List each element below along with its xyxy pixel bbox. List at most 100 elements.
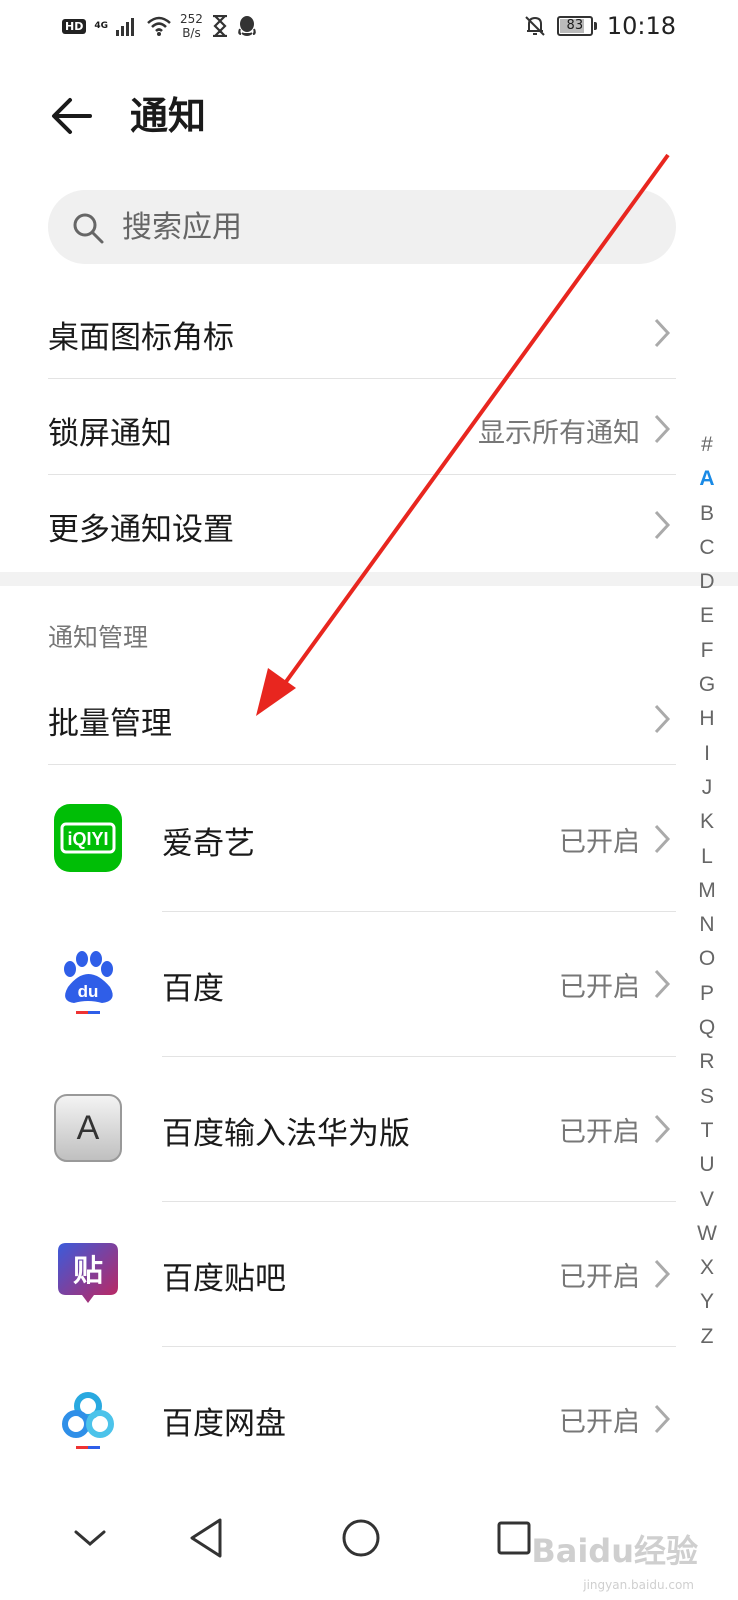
alphabet-letter[interactable]: V	[700, 1183, 714, 1217]
circle-home-icon	[342, 1519, 380, 1557]
iqiyi-app-icon: iQIYI	[54, 804, 122, 872]
divider	[48, 474, 676, 475]
section-title: 通知管理	[48, 623, 149, 652]
nav-back-button[interactable]	[176, 1508, 236, 1568]
app-status: 已开启	[559, 1117, 640, 1148]
alphabet-letter[interactable]: S	[700, 1080, 714, 1114]
alphabet-letter[interactable]: H	[699, 702, 714, 736]
alphabet-letter[interactable]: Q	[699, 1011, 715, 1045]
search-bar[interactable]	[48, 190, 676, 264]
batch-manage-label: 批量管理	[48, 706, 172, 742]
hd-badge: HD	[62, 18, 87, 34]
status-right: 83 10:18	[523, 12, 676, 40]
alphabet-letter[interactable]: X	[700, 1251, 714, 1285]
app-status: 已开启	[559, 972, 640, 1003]
more-setting-label: 更多通知设置	[48, 512, 234, 548]
search-icon	[73, 213, 104, 244]
battery-level: 83	[566, 18, 584, 33]
speed-unit: B/s	[182, 26, 201, 40]
app-row-baidu[interactable]: du 百度 已开启	[48, 911, 676, 1057]
lockscreen-setting-label: 锁屏通知	[48, 416, 172, 452]
app-row-baidu-input[interactable]: A 百度输入法华为版 已开启	[48, 1056, 676, 1202]
signal-icon	[116, 18, 134, 36]
app-row-iqiyi[interactable]: iQIYI 爱奇艺 已开启	[48, 766, 676, 912]
chevron-right-icon	[654, 824, 671, 854]
alphabet-letter[interactable]: K	[700, 805, 714, 839]
chevron-down-icon	[74, 1530, 106, 1546]
alphabet-letter[interactable]: P	[700, 977, 714, 1011]
app-status: 已开启	[559, 827, 640, 858]
status-bar: HD 4G 252 B/s 83 10:18	[0, 0, 738, 58]
alphabet-letter[interactable]: N	[699, 908, 714, 942]
alphabet-letter[interactable]: G	[699, 668, 715, 702]
input-icon-text: A	[77, 1109, 100, 1147]
back-button[interactable]	[48, 90, 100, 142]
app-status: 已开启	[559, 1262, 640, 1293]
nav-collapse-button[interactable]	[60, 1508, 120, 1568]
lockscreen-setting-row[interactable]: 锁屏通知 显示所有通知	[48, 396, 676, 474]
battery-tip	[593, 22, 597, 30]
chevron-right-icon	[654, 414, 671, 444]
alphabet-letter[interactable]: M	[698, 874, 716, 908]
alphabet-letter[interactable]: B	[700, 497, 714, 531]
network-speed: 252 B/s	[180, 12, 203, 40]
baidu-app-icon: du	[64, 951, 113, 1014]
chevron-right-icon	[654, 1259, 671, 1289]
alphabet-letter[interactable]: T	[701, 1114, 714, 1148]
alphabet-letter[interactable]: O	[699, 942, 715, 976]
alphabet-letter[interactable]: U	[699, 1148, 714, 1182]
hourglass-icon	[212, 15, 227, 37]
nav-home-button[interactable]	[331, 1508, 391, 1568]
triangle-back-icon	[190, 1518, 222, 1558]
status-left: HD 4G 252 B/s	[62, 12, 257, 40]
app-row-tieba[interactable]: 贴 百度贴吧 已开启	[48, 1201, 676, 1347]
chevron-right-icon	[654, 510, 671, 540]
app-name: 百度网盘	[162, 1406, 286, 1442]
app-name: 爱奇艺	[162, 826, 255, 862]
badge-setting-row[interactable]: 桌面图标角标	[48, 300, 676, 378]
battery-indicator: 83	[556, 16, 597, 36]
chevron-right-icon	[654, 969, 671, 999]
alphabet-letter[interactable]: Y	[700, 1285, 714, 1319]
alphabet-letter[interactable]: I	[704, 737, 710, 771]
watermark-url: jingyan.baidu.com	[583, 1578, 694, 1592]
lockscreen-setting-value: 显示所有通知	[478, 418, 640, 449]
badge-setting-label: 桌面图标角标	[48, 320, 234, 356]
network-type: 4G	[94, 20, 108, 31]
alphabet-letter[interactable]: L	[701, 840, 713, 874]
alphabet-index[interactable]: # A B C D E F G H I J K L M N O P Q R S T U V W X Y Z	[694, 428, 720, 1354]
clock: 10:18	[606, 12, 676, 40]
alphabet-letter[interactable]: D	[699, 565, 714, 599]
alphabet-letter[interactable]: A	[699, 462, 714, 496]
chevron-right-icon	[654, 318, 671, 348]
tieba-icon-text: 贴	[73, 1254, 103, 1289]
mute-bell-icon	[525, 16, 545, 36]
keyboard-key-icon: A	[54, 1094, 122, 1162]
more-setting-row[interactable]: 更多通知设置	[48, 492, 676, 570]
alphabet-letter[interactable]: C	[699, 531, 714, 565]
baidu-jingyan-watermark: Baidu经验	[531, 1532, 698, 1570]
batch-manage-row[interactable]: 批量管理	[48, 686, 676, 764]
speed-value: 252	[180, 12, 203, 26]
alphabet-letter[interactable]: E	[700, 599, 714, 633]
iqiyi-icon-text: iQIYI	[67, 829, 108, 849]
divider	[48, 378, 676, 379]
netdisk-app-icon	[62, 1392, 114, 1449]
alphabet-letter[interactable]: J	[702, 771, 713, 805]
chevron-right-icon	[654, 1404, 671, 1434]
alphabet-letter[interactable]: #	[701, 428, 713, 462]
app-name: 百度贴吧	[162, 1261, 286, 1297]
alphabet-letter[interactable]: Z	[701, 1320, 714, 1354]
alphabet-letter[interactable]: R	[699, 1045, 714, 1079]
app-row-baidu-netdisk[interactable]: 百度网盘 已开启	[48, 1346, 676, 1492]
chevron-right-icon	[654, 1114, 671, 1144]
section-separator	[0, 572, 738, 586]
qq-icon	[238, 16, 256, 36]
baidu-icon-text: du	[78, 982, 99, 1001]
alphabet-letter[interactable]: F	[701, 634, 714, 668]
wifi-icon	[147, 16, 171, 36]
alphabet-letter[interactable]: W	[697, 1217, 717, 1251]
search-input[interactable]	[122, 190, 642, 264]
page-title: 通知	[130, 94, 207, 138]
app-name: 百度输入法华为版	[162, 1116, 410, 1152]
